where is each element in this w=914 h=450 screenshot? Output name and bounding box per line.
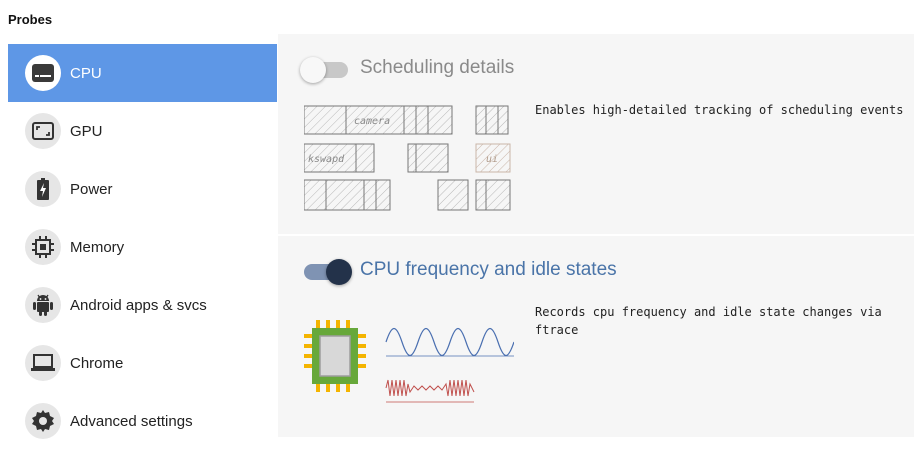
- probe-description-line: ftrace: [535, 323, 579, 337]
- illustration-label: ui: [486, 154, 498, 165]
- gear-icon: [25, 403, 61, 439]
- probe-scheduling-details: Scheduling details camera kswapd ui Enab…: [278, 34, 914, 234]
- sidebar-item-memory[interactable]: Memory: [8, 218, 277, 276]
- sidebar-item-gpu[interactable]: GPU: [8, 102, 277, 160]
- scheduling-details-toggle[interactable]: [300, 57, 352, 83]
- memory-chip-icon: [25, 229, 61, 265]
- cpu-frequency-illustration: [304, 320, 514, 403]
- android-icon: [25, 287, 61, 323]
- probe-description-line: Records cpu frequency and idle state cha…: [535, 305, 882, 319]
- probe-title: CPU frequency and idle states: [360, 259, 617, 280]
- cpu-frequency-toggle[interactable]: [300, 259, 352, 285]
- sidebar-title: Probes: [8, 12, 53, 27]
- sidebar-item-label: Android apps & svcs: [70, 296, 207, 314]
- probe-description: Enables high-detailed tracking of schedu…: [535, 103, 904, 117]
- laptop-icon: [25, 345, 61, 381]
- sidebar-item-power[interactable]: Power: [8, 160, 277, 218]
- sidebar-item-label: Chrome: [70, 354, 124, 372]
- illustration-label: kswapd: [308, 154, 345, 165]
- sidebar-item-advanced-settings[interactable]: Advanced settings: [8, 392, 277, 450]
- scheduling-illustration: camera kswapd ui: [304, 105, 511, 211]
- cpu-display-icon: [25, 55, 61, 91]
- gpu-fullscreen-icon: [25, 113, 61, 149]
- sidebar: Probes CPU GPU Power Memory Android apps…: [0, 0, 278, 447]
- battery-charging-icon: [25, 171, 61, 207]
- illustration-label: camera: [354, 116, 390, 127]
- probe-cpu-frequency: CPU frequency and idle states Records cp…: [278, 236, 914, 437]
- probe-title: Scheduling details: [360, 57, 515, 78]
- sidebar-item-label: GPU: [70, 122, 103, 140]
- sidebar-item-label: CPU: [70, 64, 102, 82]
- sidebar-item-cpu[interactable]: CPU: [8, 44, 277, 102]
- sidebar-item-label: Power: [70, 180, 113, 198]
- sidebar-item-android-apps[interactable]: Android apps & svcs: [8, 276, 277, 334]
- sidebar-item-chrome[interactable]: Chrome: [8, 334, 277, 392]
- cpu-chip-icon: [304, 320, 366, 392]
- sidebar-item-label: Memory: [70, 238, 125, 256]
- sidebar-item-label: Advanced settings: [70, 412, 193, 430]
- main-panel: Scheduling details camera kswapd ui Enab…: [278, 0, 914, 447]
- probe-description: Records cpu frequency and idle state cha…: [535, 303, 882, 339]
